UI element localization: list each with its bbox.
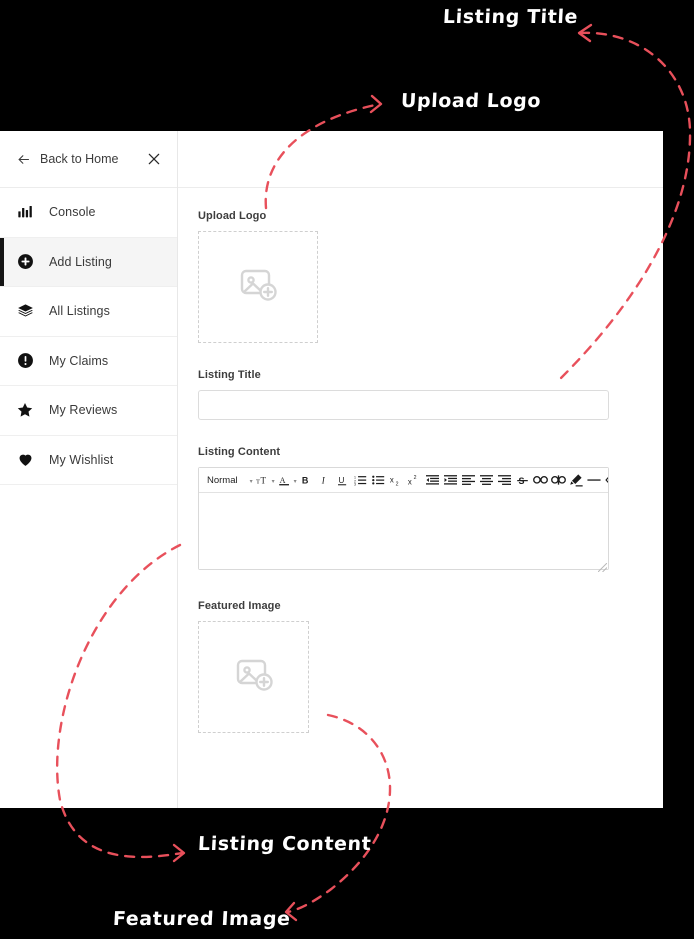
sidebar-item-label: My Wishlist (49, 452, 114, 467)
unlink-icon[interactable] (550, 470, 567, 490)
source-code-icon[interactable] (604, 470, 608, 490)
svg-text:x: x (408, 477, 412, 486)
listing-title-input[interactable] (198, 390, 609, 420)
annotation-label-listing-content: Listing Content (197, 833, 372, 855)
svg-text:A: A (279, 475, 285, 484)
sidebar-item-label: Add Listing (49, 254, 112, 269)
align-left-icon[interactable] (460, 470, 477, 490)
chevron-down-icon[interactable]: ▾ (250, 478, 253, 485)
image-plus-icon (234, 261, 282, 314)
svg-text:T: T (260, 475, 266, 485)
align-center-icon[interactable] (478, 470, 495, 490)
alert-circle-icon (16, 352, 34, 370)
outdent-icon[interactable] (424, 470, 441, 490)
sidebar-item-label: My Reviews (49, 403, 118, 418)
text-color-chevron-icon[interactable]: ▾ (294, 478, 297, 485)
sidebar-item-add-listing[interactable]: Add Listing (0, 237, 177, 287)
featured-image-dropzone[interactable] (198, 621, 309, 733)
svg-text:x: x (390, 475, 394, 484)
svg-text:B: B (302, 475, 309, 485)
indent-icon[interactable] (442, 470, 459, 490)
back-to-home-label: Back to Home (40, 152, 119, 166)
subscript-icon[interactable]: x 2 (388, 470, 405, 490)
sidebar-item-all-listings[interactable]: All Listings (0, 287, 177, 337)
text-color-icon[interactable]: A (276, 470, 293, 490)
font-size-chevron-icon[interactable]: ▾ (272, 478, 275, 485)
italic-icon[interactable]: I (316, 470, 333, 490)
app-panel: Back to Home Console Add Listing All Lis… (0, 131, 663, 808)
content-header (178, 131, 663, 188)
svg-text:2: 2 (414, 475, 417, 481)
sidebar-header: Back to Home (0, 131, 177, 188)
listing-title-label: Listing Title (198, 369, 261, 381)
svg-text:3: 3 (354, 483, 356, 486)
editor-resize-handle[interactable] (597, 559, 608, 573)
sidebar-item-label: Console (49, 205, 96, 220)
sidebar-item-my-reviews[interactable]: My Reviews (0, 386, 177, 436)
arrowhead-listing-content (172, 843, 186, 863)
svg-text:T: T (256, 478, 260, 485)
listing-content-label: Listing Content (198, 446, 281, 458)
screenshot-stage: Back to Home Console Add Listing All Lis… (0, 0, 694, 939)
strikethrough-icon[interactable]: S (514, 470, 531, 490)
arrow-left-icon (16, 152, 31, 167)
svg-text:U: U (338, 475, 344, 484)
featured-image-label: Featured Image (198, 600, 281, 612)
ordered-list-icon[interactable]: 1 2 3 (352, 470, 369, 490)
format-select-value: Normal (207, 474, 238, 486)
annotation-label-upload-logo: Upload Logo (400, 90, 542, 112)
arrowhead-listing-title (577, 23, 593, 43)
bullet-list-icon[interactable] (370, 470, 387, 490)
image-plus-icon (230, 651, 278, 704)
font-size-icon[interactable]: T T (254, 470, 271, 490)
format-select[interactable]: Normal (204, 475, 240, 486)
plus-circle-icon (16, 253, 34, 271)
editor-content-area[interactable] (199, 493, 608, 569)
svg-text:2: 2 (396, 481, 399, 486)
star-icon (16, 401, 34, 419)
layers-icon (16, 302, 34, 320)
sidebar: Back to Home Console Add Listing All Lis… (0, 131, 178, 808)
annotation-label-listing-title: Listing Title (442, 6, 579, 28)
sidebar-item-label: My Claims (49, 353, 109, 368)
sidebar-item-console[interactable]: Console (0, 188, 177, 238)
bold-icon[interactable]: B (298, 470, 315, 490)
align-right-icon[interactable] (496, 470, 513, 490)
annotation-label-featured-image: Featured Image (112, 908, 292, 930)
back-to-home-link[interactable]: Back to Home (16, 152, 119, 167)
underline-icon[interactable]: U (334, 470, 351, 490)
highlight-icon[interactable] (568, 470, 585, 490)
arrowhead-upload-logo (369, 94, 383, 114)
editor-toolbar: Normal ▾ T T ▾ A ▾ B I U 1 2 3 x 2 x 2 S (199, 468, 608, 493)
rich-text-editor: Normal ▾ T T ▾ A ▾ B I U 1 2 3 x 2 x 2 S (198, 467, 609, 573)
add-listing-form: Upload Logo Listing Title Listing Conten… (178, 188, 663, 733)
svg-text:I: I (321, 475, 326, 485)
heart-icon (16, 451, 34, 469)
sidebar-item-my-claims[interactable]: My Claims (0, 336, 177, 386)
link-icon[interactable] (532, 470, 549, 490)
horizontal-rule-icon[interactable] (586, 470, 603, 490)
main-content: Upload Logo Listing Title Listing Conten… (178, 131, 663, 808)
close-icon[interactable] (145, 150, 163, 168)
sidebar-nav: Console Add Listing All Listings My Clai… (0, 188, 177, 485)
arrowhead-featured-image (284, 901, 298, 922)
upload-logo-dropzone[interactable] (198, 231, 318, 343)
sidebar-item-label: All Listings (49, 304, 110, 319)
upload-logo-label: Upload Logo (198, 210, 267, 222)
superscript-icon[interactable]: x 2 (406, 470, 423, 490)
bar-chart-icon (16, 203, 34, 221)
sidebar-item-my-wishlist[interactable]: My Wishlist (0, 435, 177, 485)
